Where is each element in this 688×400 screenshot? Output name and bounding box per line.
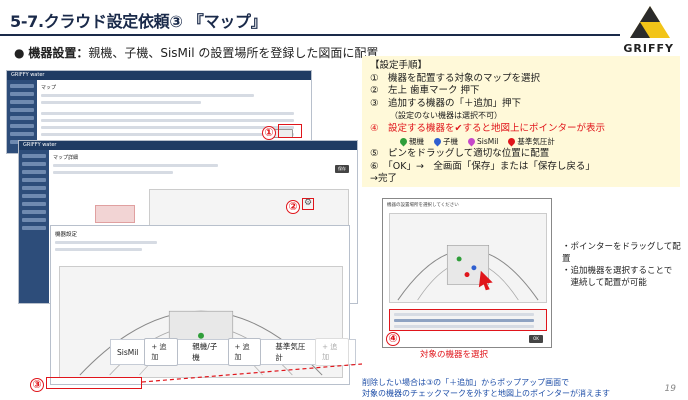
step-7: →完了 xyxy=(370,173,397,185)
parent-pin-icon xyxy=(398,136,409,147)
page-title: 5-7.クラウド設定依頼③ 『マップ』 xyxy=(10,12,267,31)
drag-note-line-2: ・追加機器を選択することで xyxy=(562,266,673,276)
step-2: ② 左上 歯車マーク 押下 xyxy=(370,85,480,97)
bullet-text: 親機、子機、SisMil の設置場所を登録した図面に配置 xyxy=(88,46,379,60)
gear-icon[interactable]: ⚙ xyxy=(304,199,313,208)
steps-heading: 【設定手順】 xyxy=(370,60,428,71)
legend-parent: 親機 xyxy=(398,136,424,149)
legend-child: 子機 xyxy=(432,136,458,149)
legend-barometer: 基準気圧計 xyxy=(506,136,555,149)
device-location-dialog: 機器の設置場所を選択してください OK xyxy=(382,198,552,348)
map-card-selected[interactable] xyxy=(95,205,135,223)
ok-button[interactable]: OK xyxy=(529,335,543,343)
marker-4: ④ xyxy=(386,332,400,346)
dialog-title: 機器の設置場所を選択してください xyxy=(387,203,459,208)
step-5: ⑤ ピンをドラッグして適切な位置に配置 xyxy=(370,148,550,160)
save-button[interactable]: 保存 xyxy=(335,165,349,173)
title-divider xyxy=(0,34,620,36)
griffy-logo-text: GRIFFY xyxy=(623,42,674,55)
screen2-title: マップ詳細 xyxy=(53,155,79,161)
step-6: ⑥ 「OK」→ 全画面「保存」または「保存し戻る」 xyxy=(370,160,595,172)
step-1: ① 機器を配置する対象のマップを選択 xyxy=(370,72,541,84)
device-select-table[interactable] xyxy=(389,309,547,331)
drag-note-line-1: ・ポインターをドラッグして配置 xyxy=(562,242,681,264)
barometer-pin-icon xyxy=(506,136,517,147)
step-4: ④ 設定する機器を✔すると地図上にポインターが表示 xyxy=(370,122,605,134)
highlight-box-3 xyxy=(46,377,142,389)
drag-note: ・ポインターをドラッグして配置 ・追加機器を選択することで 連続して配置が可能 xyxy=(562,241,688,289)
step-3: ③ 追加する機器の「＋追加」押下 xyxy=(370,97,522,109)
marker-2: ② xyxy=(286,200,300,214)
delete-note-line-1: 削除したい場合は③の「＋追加」からポップアップ画面で xyxy=(362,378,570,387)
dashed-connector xyxy=(141,363,363,383)
delete-note: 削除したい場合は③の「＋追加」からポップアップ画面で 対象の機器のチェックマーク… xyxy=(362,377,610,399)
marker-3: ③ xyxy=(30,378,44,392)
dialog-floor-plan[interactable] xyxy=(389,213,547,303)
pin-legend: 親機 子機 SisMil 基準気圧計 xyxy=(370,136,672,149)
section-bullet: ● 機器設置：親機、子機、SisMil の設置場所を登録した図面に配置 xyxy=(14,44,378,61)
child-pin-icon xyxy=(432,136,443,147)
delete-note-line-2: 対象の機器のチェックマークを外すと地図上のポインターが消えます xyxy=(362,389,610,398)
bullet-bold: 機器設置： xyxy=(28,46,89,60)
app-titlebar-2: GRIFFY water xyxy=(19,141,357,150)
page-number: 19 xyxy=(664,384,676,394)
marker-1: ① xyxy=(262,126,276,140)
highlight-box-1 xyxy=(278,124,302,138)
bullet-dot-icon: ● xyxy=(14,46,25,60)
step-3-note: （設定のない機器は選択不可） xyxy=(390,111,502,121)
sismil-label: SisMil xyxy=(117,347,139,357)
legend-sismil: SisMil xyxy=(466,136,498,149)
sismil-pin-icon xyxy=(466,136,477,147)
app-titlebar: GRIFFY water xyxy=(7,71,311,80)
app-sidebar-2[interactable] xyxy=(19,150,49,303)
griffy-logo-icon xyxy=(626,4,674,40)
drag-note-line-3: 連続して配置が可能 xyxy=(562,278,647,288)
steps-panel: 【設定手順】 ① 機器を配置する対象のマップを選択 ② 左上 歯車マーク 押下 … xyxy=(362,56,680,187)
screen3-title: 機器設定 xyxy=(55,232,78,238)
select-device-label: 対象の機器を選択 xyxy=(420,350,489,360)
screen1-title: マップ xyxy=(41,85,57,91)
